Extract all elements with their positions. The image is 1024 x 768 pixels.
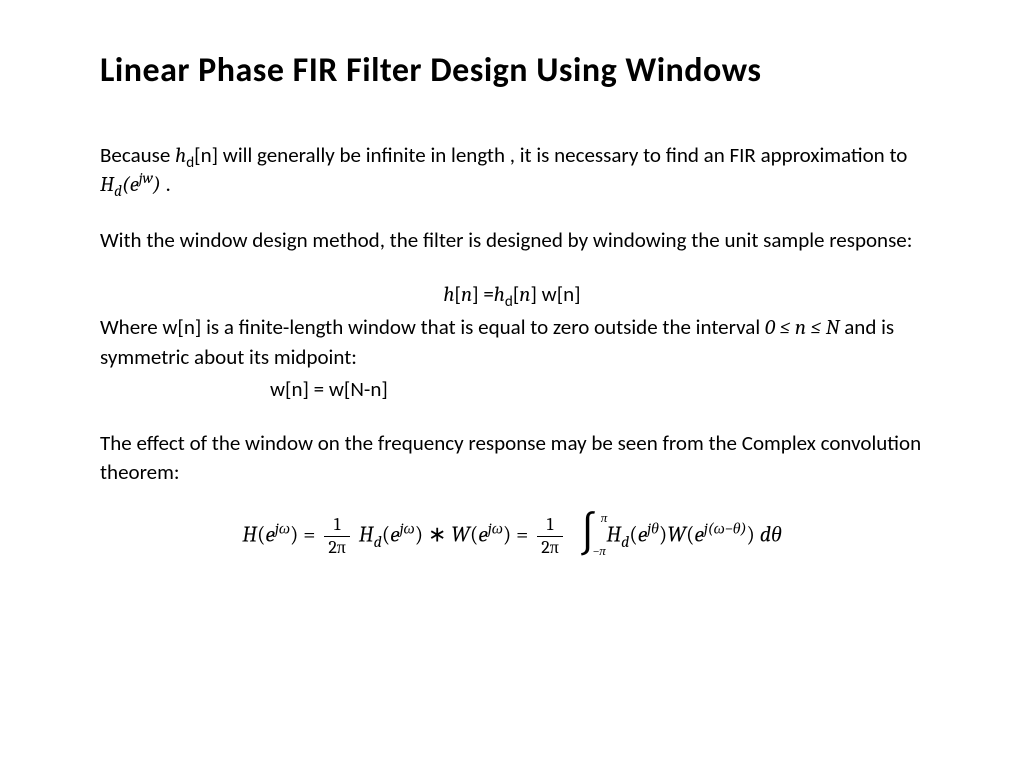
var-hd: h (494, 283, 505, 307)
paren: ) (746, 522, 754, 548)
text: [n] (513, 281, 537, 307)
paragraph-3: Where w[n] is a finite-length window tha… (100, 313, 924, 371)
exp-jth: jθ (647, 519, 659, 537)
int-upper: π (601, 510, 608, 528)
exp-jw: jω (488, 519, 503, 537)
text: w[n] (537, 281, 581, 307)
paragraph-1: Because hd[n] will generally be infinite… (100, 141, 924, 200)
paragraph-2: With the window design method, the filte… (100, 226, 924, 254)
sub-d: d (374, 533, 382, 551)
sub-d: d (114, 183, 122, 201)
var-e: e (390, 522, 400, 548)
paren: ( (382, 522, 390, 548)
integral-icon: π∫−π (579, 516, 598, 557)
var-e: e (478, 522, 488, 548)
conv-star: ∗ (423, 522, 451, 548)
text: will generally be infinite in length , i… (218, 142, 907, 168)
body-text: Because hd[n] will generally be infinite… (100, 141, 924, 557)
paragraph-4: The effect of the window on the frequenc… (100, 429, 924, 486)
numerator: 1 (537, 516, 563, 537)
var-Hd: H (606, 522, 621, 548)
var-e: e (130, 173, 139, 197)
fraction: 12π (537, 516, 563, 557)
var-e: e (265, 522, 275, 548)
inequality: 0 ≤ n ≤ N (765, 316, 840, 340)
int-lower: −π (593, 543, 606, 561)
equation-convolution: H(ejω) = 12π Hd(ejω) ∗ W(ejω) = 12ππ∫−π … (100, 516, 924, 557)
text: Because (100, 142, 175, 168)
denominator: 2π (537, 537, 563, 557)
text: Where w[n] is a finite-length window tha… (100, 314, 765, 340)
exp-jw: jω (275, 519, 290, 537)
var-hd: h (175, 144, 186, 168)
var-W: W (667, 522, 686, 548)
text: [n] (194, 142, 218, 168)
page-title: Linear Phase FIR Filter Design Using Win… (100, 50, 924, 91)
eq-sign: = (298, 522, 320, 548)
var-H: H (242, 522, 257, 548)
exp-jw: jw (139, 169, 153, 187)
eq-sign: = (479, 281, 494, 307)
paren-open: ( (122, 173, 130, 197)
paren: ( (629, 522, 637, 548)
var-h: h (443, 283, 454, 307)
sub-d: d (186, 154, 194, 172)
d-theta: dθ (755, 522, 782, 548)
var-e: e (694, 522, 704, 548)
exp-jwth: j(ω−θ) (704, 519, 747, 537)
equation-1: h[[n]n] =hd[n] w[n] (100, 280, 924, 309)
exp-jw: jω (400, 519, 415, 537)
paren-close: ) (153, 173, 161, 197)
numerator: 1 (324, 516, 350, 537)
fraction: 12π (324, 516, 350, 557)
slide-content: Linear Phase FIR Filter Design Using Win… (0, 0, 1024, 597)
paren: ) (415, 522, 423, 548)
var-Hd: H (359, 522, 374, 548)
sub-d: d (505, 293, 513, 311)
eq-sign: = (511, 522, 533, 548)
text: [[n]n] (454, 281, 478, 307)
var-W: W (451, 522, 470, 548)
text: . (161, 171, 171, 197)
denominator: 2π (324, 537, 350, 557)
var-Hd: H (100, 173, 114, 197)
var-e: e (638, 522, 648, 548)
equation-2: w[n] = w[N-n] (100, 375, 924, 403)
